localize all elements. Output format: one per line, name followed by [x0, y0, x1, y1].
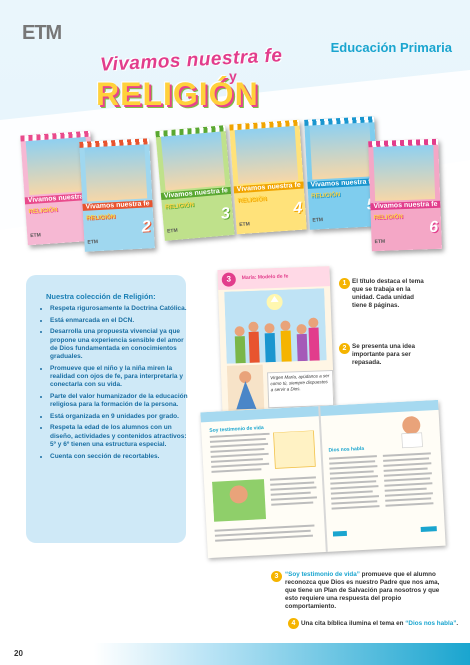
collection-item: Está organizada en 9 unidades por grado.	[50, 413, 188, 421]
level-label: Educación Primaria	[330, 40, 452, 55]
cover-series: Vivamos nuestra fe	[370, 200, 441, 211]
cover-brand: ETM	[239, 221, 251, 229]
spread-left-content	[209, 430, 318, 542]
collection-item: Promueve que el niño y la niña miren la …	[50, 365, 188, 390]
callout-text-2: Se presenta una idea importante para ser…	[352, 343, 415, 366]
callout-text-4: Una cita bíblica ilumina el tema en “Dio…	[301, 620, 461, 628]
callout-badge-4: 4	[288, 618, 299, 629]
collection-item: Respeta la edad de los alumnos con un di…	[50, 424, 188, 449]
spread-right-content	[328, 416, 437, 537]
callout-3-highlight: “Soy testimonio de vida”	[285, 571, 360, 578]
page-number: 20	[14, 649, 23, 658]
cover-illustration	[234, 126, 299, 185]
cover-illustration	[373, 144, 436, 202]
cover-brand: ETM	[166, 227, 178, 235]
book-cover-2: Vivamos nuestra fe RELIGIÓN ETM 2	[79, 138, 155, 252]
callout-badge-1: 1	[339, 278, 350, 289]
cover-subject: RELIGIÓN	[373, 214, 403, 222]
cover-illustration	[84, 144, 148, 202]
collection-item: Cuenta con sección de recortables.	[50, 453, 188, 461]
callout-4-before: Una cita bíblica ilumina el tema en	[301, 620, 406, 627]
cover-illustration	[309, 122, 373, 180]
cover-subject: RELIGIÓN	[237, 196, 267, 205]
cover-subject: RELIGIÓN	[86, 214, 116, 222]
callout-badge-2: 2	[339, 343, 350, 354]
reflection-note: Virgen María, ayúdanos a ser como tú, si…	[267, 370, 335, 409]
callout-text-3: “Soy testimonio de vida” promueve que el…	[285, 571, 445, 611]
collection-list: Respeta rigurosamente la Doctrina Católi…	[40, 305, 188, 464]
collection-item: Desarrolla una propuesta vivencial ya qu…	[50, 328, 188, 361]
cover-brand: ETM	[87, 239, 99, 246]
cover-number: 3	[220, 205, 231, 223]
cover-number: 2	[141, 218, 152, 236]
cover-brand: ETM	[312, 217, 324, 224]
cover-brand: ETM	[30, 232, 42, 240]
collection-heading: Nuestra colección de Religión:	[46, 292, 156, 301]
cover-subject: RELIGIÓN	[311, 192, 341, 200]
sample-page: 3 María: Modelo de fe Virgen María, ayúd…	[217, 266, 335, 418]
subject-title: RELIGIÓN	[96, 76, 259, 112]
collection-box: Nuestra colección de Religión: Respeta r…	[26, 275, 188, 543]
cover-series: Vivamos nuestra fe	[307, 178, 378, 189]
cover-subject: RELIGIÓN	[164, 202, 195, 211]
sample-spread: Soy testimonio de vida Dios nos habla	[200, 399, 446, 559]
callout-4-highlight: “Dios nos habla”	[405, 620, 457, 627]
cover-number: 6	[428, 218, 439, 237]
cover-subject: RELIGIÓN	[28, 207, 58, 216]
cover-number: 4	[292, 199, 303, 218]
book-cover-3: Vivamos nuestra fe RELIGIÓN ETM 3	[155, 125, 235, 241]
book-cover-6: Vivamos nuestra fe RELIGIÓN ETM 6	[368, 138, 442, 252]
illustration-mary	[226, 364, 265, 412]
publisher-logo: ETM	[22, 22, 62, 44]
collection-item: Parte del valor humanizador de la educac…	[50, 393, 188, 409]
collection-item: Está enmarcada en el DCN.	[50, 317, 188, 325]
cover-brand: ETM	[374, 238, 386, 246]
callout-badge-3: 3	[271, 571, 282, 582]
footer-bar	[0, 643, 470, 665]
callout-4-after: .	[456, 620, 459, 627]
book-cover-4: Vivamos nuestra fe RELIGIÓN ETM 4	[229, 119, 307, 235]
cover-series: Vivamos nuestra fe	[82, 200, 153, 211]
collection-item: Respeta rigurosamente la Doctrina Católi…	[50, 305, 188, 313]
illustration-crowd	[224, 288, 327, 364]
callout-text-1: El título destaca el tema que se trabaja…	[352, 278, 424, 309]
cover-illustration	[160, 131, 226, 191]
